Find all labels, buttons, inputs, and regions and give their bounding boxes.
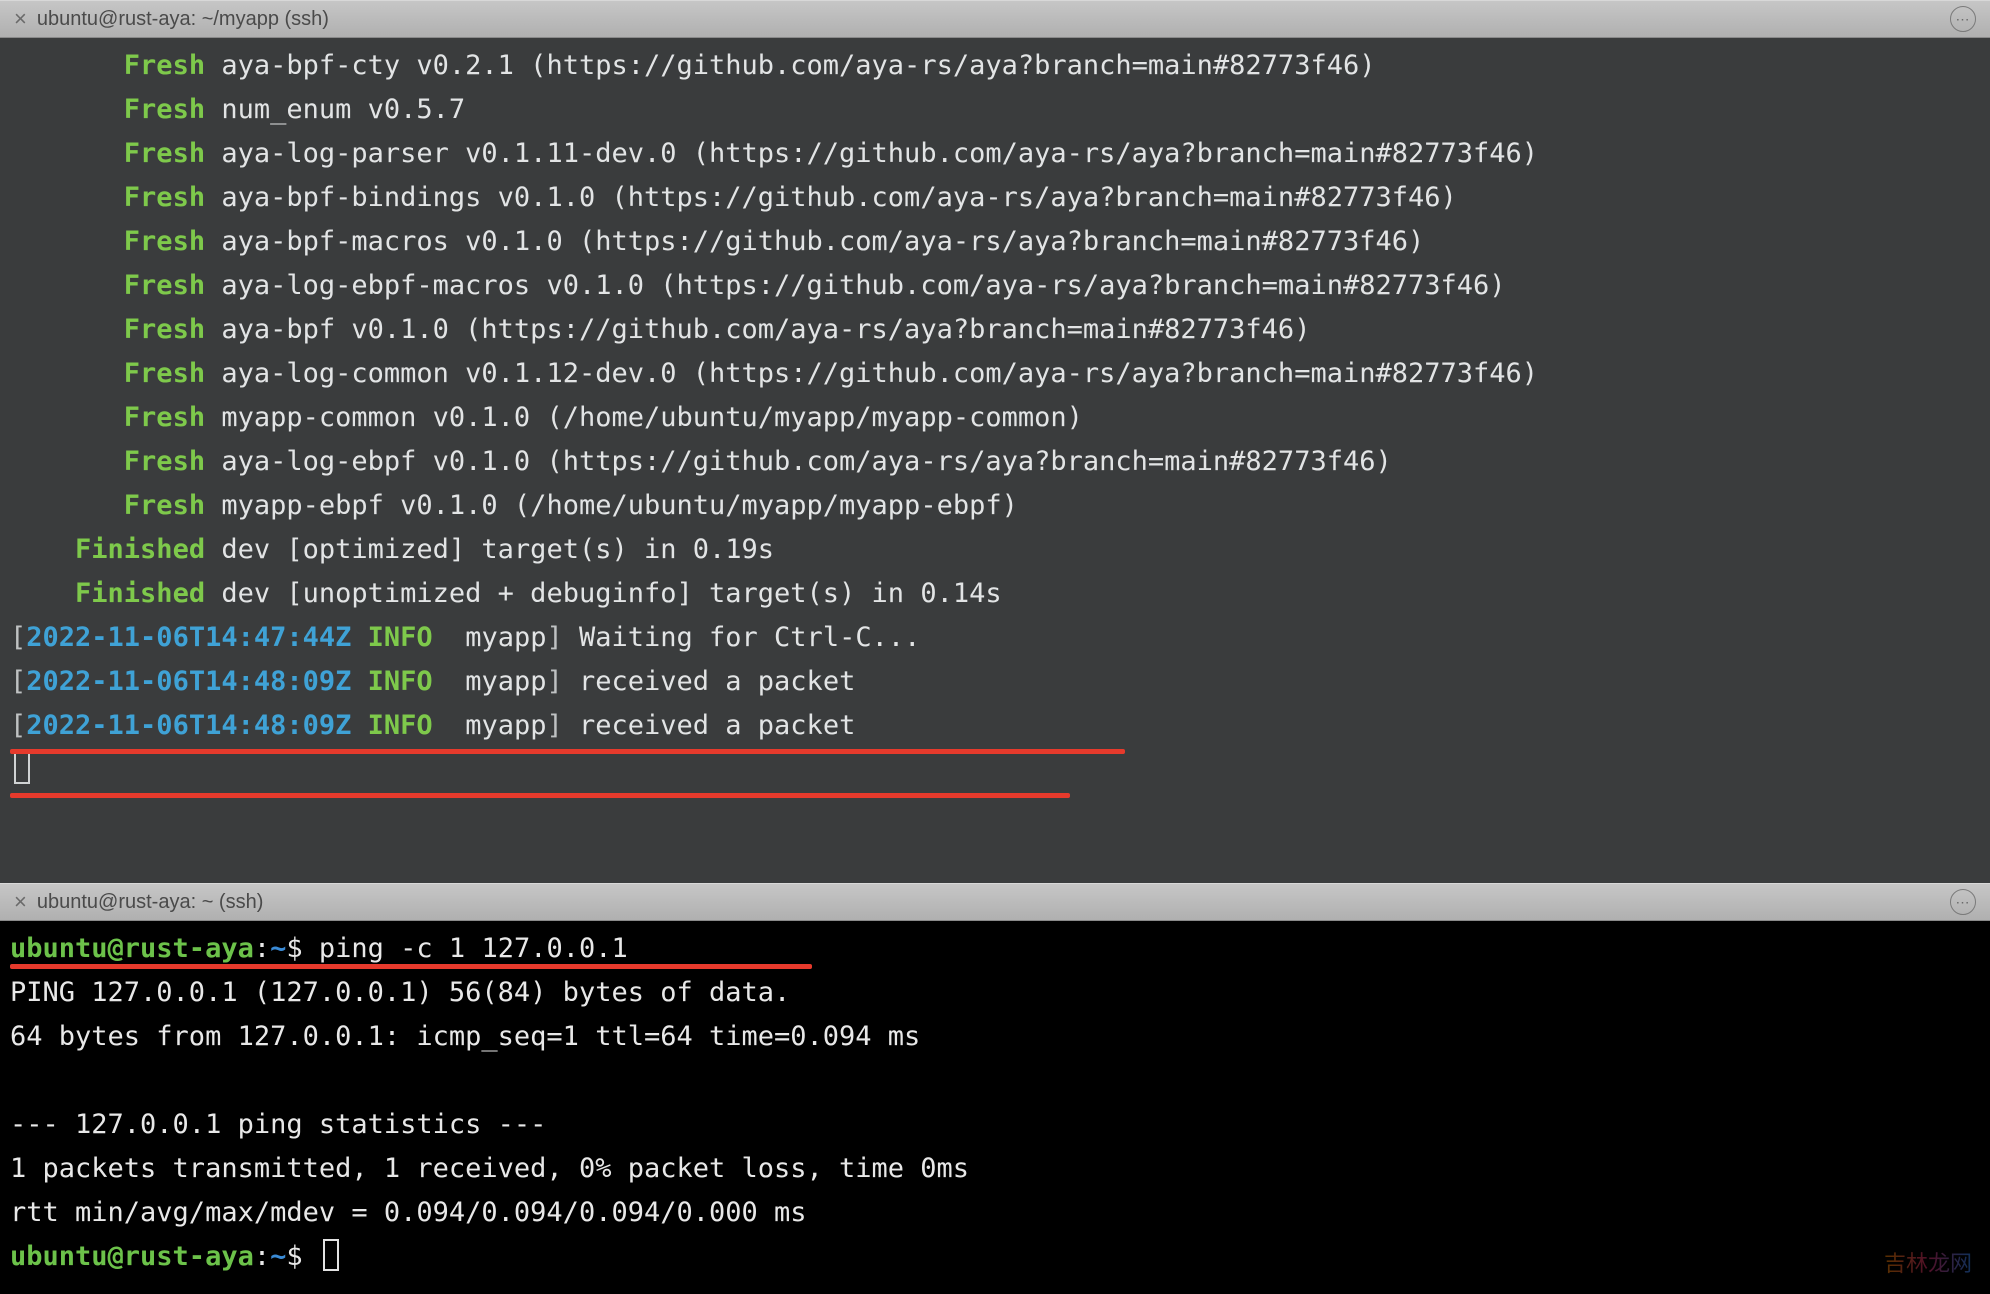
cargo-line: Fresh myapp-ebpf v0.1.0 (/home/ubuntu/my… <box>10 484 1980 528</box>
log-line: [2022-11-06T14:48:09Z INFO myapp] receiv… <box>10 660 1980 704</box>
output-line: --- 127.0.0.1 ping statistics --- <box>10 1103 1980 1147</box>
prompt-symbol: $ <box>286 933 319 964</box>
log-timestamp: 2022-11-06T14:47:44Z <box>26 622 351 653</box>
cargo-line: Fresh aya-bpf-bindings v0.1.0 (https://g… <box>10 176 1980 220</box>
cargo-status-keyword: Fresh <box>124 50 205 81</box>
cargo-status-keyword: Fresh <box>124 358 205 389</box>
cargo-line: Fresh aya-log-ebpf v0.1.0 (https://githu… <box>10 440 1980 484</box>
log-level: INFO <box>368 710 433 741</box>
cargo-status-text: num_enum v0.5.7 <box>205 94 465 125</box>
cargo-line: Finished dev [unoptimized + debuginfo] t… <box>10 572 1980 616</box>
cargo-line: Fresh aya-bpf-cty v0.2.1 (https://github… <box>10 44 1980 88</box>
terminal-pane-top: × ubuntu@rust-aya: ~/myapp (ssh) ⋯ Fresh… <box>0 0 1990 883</box>
cargo-status-text: aya-log-parser v0.1.11-dev.0 (https://gi… <box>205 138 1538 169</box>
log-module: myapp <box>465 622 546 653</box>
cargo-line: Fresh aya-bpf-macros v0.1.0 (https://git… <box>10 220 1980 264</box>
cargo-status-text: aya-bpf-bindings v0.1.0 (https://github.… <box>205 182 1457 213</box>
cargo-status-keyword: Fresh <box>124 94 205 125</box>
cargo-status-text: myapp-ebpf v0.1.0 (/home/ubuntu/myapp/my… <box>205 490 1018 521</box>
cargo-status-text: aya-bpf-macros v0.1.0 (https://github.co… <box>205 226 1424 257</box>
cargo-status-keyword: Finished <box>75 578 205 609</box>
cargo-status-text: aya-bpf v0.1.0 (https://github.com/aya-r… <box>205 314 1310 345</box>
cargo-line: Fresh myapp-common v0.1.0 (/home/ubuntu/… <box>10 396 1980 440</box>
more-icon[interactable]: ⋯ <box>1950 6 1976 32</box>
log-message: received a packet <box>579 710 855 741</box>
cargo-status-text: dev [unoptimized + debuginfo] target(s) … <box>205 578 1002 609</box>
terminal-output-bottom[interactable]: ubuntu@rust-aya:~$ ping -c 1 127.0.0.1 PI… <box>0 921 1990 1294</box>
cargo-line: Fresh num_enum v0.5.7 <box>10 88 1980 132</box>
output-line: 1 packets transmitted, 1 received, 0% pa… <box>10 1147 1980 1191</box>
log-module: myapp <box>465 710 546 741</box>
cargo-status-keyword: Finished <box>75 534 205 565</box>
terminal-pane-bottom: × ubuntu@rust-aya: ~ (ssh) ⋯ ubuntu@rust… <box>0 883 1990 1294</box>
log-timestamp: 2022-11-06T14:48:09Z <box>26 710 351 741</box>
cargo-status-keyword: Fresh <box>124 490 205 521</box>
cargo-status-keyword: Fresh <box>124 182 205 213</box>
close-icon[interactable]: × <box>14 8 27 30</box>
cargo-status-text: aya-log-ebpf-macros v0.1.0 (https://gith… <box>205 270 1505 301</box>
cargo-status-text: dev [optimized] target(s) in 0.19s <box>205 534 774 565</box>
cargo-status-keyword: Fresh <box>124 270 205 301</box>
annotation-underline-3 <box>10 964 812 969</box>
log-timestamp: 2022-11-06T14:48:09Z <box>26 666 351 697</box>
annotation-underline-2 <box>10 793 1070 798</box>
log-message: Waiting for Ctrl-C... <box>579 622 920 653</box>
cargo-line: Fresh aya-log-common v0.1.12-dev.0 (http… <box>10 352 1980 396</box>
prompt-symbol: $ <box>286 1241 319 1272</box>
cursor <box>323 1239 339 1271</box>
log-line: [2022-11-06T14:47:44Z INFO myapp] Waitin… <box>10 616 1980 660</box>
cargo-status-text: aya-bpf-cty v0.2.1 (https://github.com/a… <box>205 50 1375 81</box>
cargo-status-keyword: Fresh <box>124 138 205 169</box>
cargo-status-text: aya-log-ebpf v0.1.0 (https://github.com/… <box>205 446 1392 477</box>
output-line: PING 127.0.0.1 (127.0.0.1) 56(84) bytes … <box>10 971 1980 1015</box>
prompt-user: ubuntu@rust-aya <box>10 1241 254 1272</box>
log-level: INFO <box>368 622 433 653</box>
log-level: INFO <box>368 666 433 697</box>
prompt-user: ubuntu@rust-aya <box>10 933 254 964</box>
cursor <box>14 752 30 784</box>
prompt-cwd: ~ <box>270 933 286 964</box>
annotation-underline-1 <box>10 749 1125 754</box>
terminal-output-top[interactable]: Fresh aya-bpf-cty v0.2.1 (https://github… <box>0 38 1990 883</box>
cargo-line: Finished dev [optimized] target(s) in 0.… <box>10 528 1980 572</box>
output-line: rtt min/avg/max/mdev = 0.094/0.094/0.094… <box>10 1191 1980 1235</box>
prompt-cwd: ~ <box>270 1241 286 1272</box>
output-line <box>10 1059 1980 1103</box>
cargo-line: Fresh aya-log-ebpf-macros v0.1.0 (https:… <box>10 264 1980 308</box>
log-line: [2022-11-06T14:48:09Z INFO myapp] receiv… <box>10 704 1980 748</box>
cargo-status-keyword: Fresh <box>124 314 205 345</box>
output-line: 64 bytes from 127.0.0.1: icmp_seq=1 ttl=… <box>10 1015 1980 1059</box>
log-module: myapp <box>465 666 546 697</box>
cargo-line: Fresh aya-bpf v0.1.0 (https://github.com… <box>10 308 1980 352</box>
log-message: received a packet <box>579 666 855 697</box>
prompt-line: ubuntu@rust-aya:~$ <box>10 1235 1980 1279</box>
cargo-status-text: myapp-common v0.1.0 (/home/ubuntu/myapp/… <box>205 402 1083 433</box>
command-text: ping -c 1 127.0.0.1 <box>319 933 628 964</box>
cargo-status-keyword: Fresh <box>124 402 205 433</box>
cargo-status-keyword: Fresh <box>124 226 205 257</box>
titlebar-top: × ubuntu@rust-aya: ~/myapp (ssh) ⋯ <box>0 0 1990 38</box>
window-title: ubuntu@rust-aya: ~/myapp (ssh) <box>37 8 1940 31</box>
cargo-line: Fresh aya-log-parser v0.1.11-dev.0 (http… <box>10 132 1980 176</box>
cargo-status-keyword: Fresh <box>124 446 205 477</box>
cargo-status-text: aya-log-common v0.1.12-dev.0 (https://gi… <box>205 358 1538 389</box>
